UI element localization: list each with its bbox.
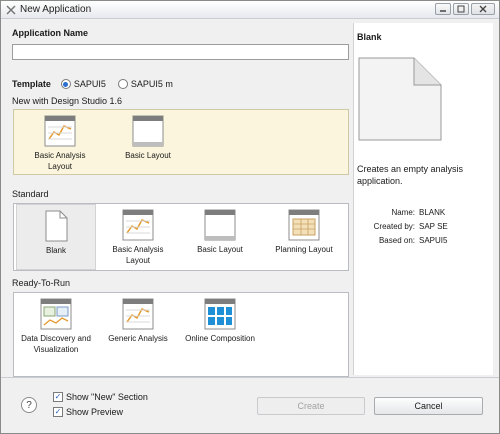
footer-separator (1, 377, 499, 378)
tile-basic-layout[interactable]: Basic Layout (180, 204, 260, 270)
tile-label: Basic Layout (197, 245, 243, 254)
help-icon[interactable]: ? (21, 397, 37, 413)
chart-template-icon (44, 115, 76, 147)
meta-value: SAP SE (419, 222, 448, 231)
checkbox-checked-icon: ✓ (53, 392, 63, 402)
meta-key: Created by: (373, 222, 415, 231)
meta-key: Based on: (378, 236, 415, 245)
standard-group: Blank Basic Analysis Layout Basic Layout (13, 203, 349, 271)
window-title: New Application (20, 4, 92, 15)
tile-label: Online Composition (185, 334, 255, 343)
tile-basic-analysis-layout-new[interactable]: Basic Analysis Layout (20, 110, 100, 176)
template-row: Template SAPUI5 SAPUI5 m (12, 79, 173, 89)
meta-value: SAPUI5 (419, 236, 448, 245)
tile-label: Basic Analysis Layout (112, 245, 164, 265)
tile-blank[interactable]: Blank (16, 204, 96, 270)
show-new-section-checkbox[interactable]: ✓ Show "New" Section (53, 392, 148, 402)
title-bar: New Application (1, 1, 499, 19)
tile-data-discovery[interactable]: Data Discovery and Visualization (16, 293, 96, 359)
tile-label: Generic Analysis (108, 334, 168, 343)
radio-unselected-icon (117, 79, 128, 89)
app-name-input[interactable] (12, 44, 349, 60)
radio-sapui5[interactable]: SAPUI5 (60, 79, 106, 89)
new-application-dialog: New Application Application Name Templat… (0, 0, 500, 434)
tile-planning-layout[interactable]: Planning Layout (264, 204, 344, 270)
show-preview-checkbox[interactable]: ✓ Show Preview (53, 407, 123, 417)
minimize-icon (440, 10, 446, 12)
checkbox-label: Show "New" Section (66, 392, 148, 402)
chart-template-icon (122, 209, 154, 241)
template-label: Template (12, 79, 51, 89)
checkbox-label: Show Preview (66, 407, 124, 417)
planning-template-icon (288, 209, 320, 241)
tile-generic-analysis[interactable]: Generic Analysis (98, 293, 178, 359)
close-icon (479, 5, 487, 13)
app-name-label: Application Name (12, 28, 89, 38)
preview-description: Creates an empty analysis application. (357, 164, 464, 186)
maximize-icon (457, 5, 465, 13)
create-button[interactable]: Create (257, 397, 365, 415)
layout-template-icon (132, 115, 164, 147)
radio-sapui5-m-label: SAPUI5 m (130, 79, 173, 89)
cancel-button[interactable]: Cancel (374, 397, 483, 415)
tile-label: Blank (45, 246, 66, 255)
maximize-button[interactable] (453, 3, 469, 15)
meta-key: Name: (391, 208, 415, 217)
tile-label: Basic Analysis Layout (34, 151, 86, 171)
tile-label: Basic Layout (125, 151, 171, 160)
close-button[interactable] (471, 3, 495, 15)
meta-based-row: Based on: SAPUI5 (357, 234, 448, 248)
radio-sapui5-m[interactable]: SAPUI5 m (117, 79, 173, 89)
tile-basic-analysis-layout[interactable]: Basic Analysis Layout (98, 204, 178, 270)
left-panel: Application Name Template SAPUI5 SAPUI5 … (9, 23, 349, 377)
meta-value: BLANK (419, 208, 446, 217)
meta-name-row: Name: BLANK (357, 206, 448, 220)
tile-label: Data Discovery and Visualization (21, 334, 91, 354)
design-studio-group: Basic Analysis Layout Basic Layout (13, 109, 349, 175)
radio-selected-icon (60, 79, 71, 89)
checkbox-checked-icon: ✓ (53, 407, 63, 417)
tile-online-composition[interactable]: Online Composition (180, 293, 260, 359)
preview-panel: Blank Creates an empty analysis applicat… (353, 23, 493, 375)
layout-template-icon (204, 209, 236, 241)
ready-to-run-section-title: Ready-To-Run (12, 278, 71, 288)
tile-label: Planning Layout (275, 245, 333, 254)
ready-to-run-group: Data Discovery and Visualization Generic… (13, 292, 349, 377)
app-icon (6, 5, 16, 15)
online-composition-icon (204, 298, 236, 330)
radio-sapui5-label: SAPUI5 (73, 79, 106, 89)
design-studio-section-title: New with Design Studio 1.6 (12, 96, 123, 106)
blank-page-icon (45, 210, 68, 242)
blank-page-preview-icon (358, 57, 442, 141)
preview-metadata: Name: BLANK Created by: SAP SE Based on:… (357, 206, 448, 248)
minimize-button[interactable] (435, 3, 451, 15)
tile-basic-layout-new[interactable]: Basic Layout (108, 110, 188, 176)
preview-title: Blank (357, 32, 382, 42)
chart-template-icon (122, 298, 154, 330)
meta-created-row: Created by: SAP SE (357, 220, 448, 234)
data-discovery-icon (40, 298, 72, 330)
window-controls (435, 3, 495, 15)
standard-section-title: Standard (12, 189, 49, 199)
